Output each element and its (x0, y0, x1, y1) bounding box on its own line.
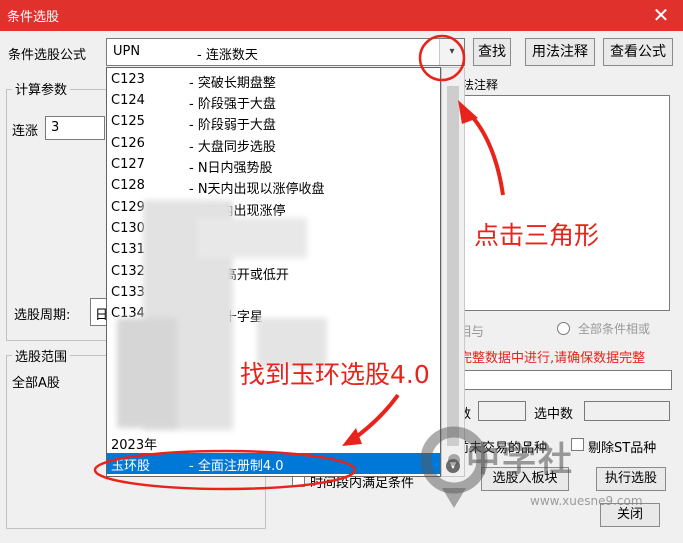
item-highlight-ellipse (93, 449, 357, 491)
arrow-to-item (350, 393, 400, 442)
stock-screening-window: 条件选股 ✕ 条件选股公式 UPN - 连涨数天 ▾ 查找 用法注释 查看公式 … (0, 0, 683, 543)
click-triangle-annotation: 点击三角形 (474, 221, 600, 250)
find-item-annotation: 找到玉环选股4.0 (240, 360, 430, 389)
watermark-text: 中学社 (466, 440, 574, 480)
arrow-to-triangle (466, 110, 505, 196)
watermark-url: www.xuesne9.com (530, 494, 643, 508)
triangle-highlight-circle (418, 34, 466, 82)
arrowhead-icon (342, 428, 362, 446)
